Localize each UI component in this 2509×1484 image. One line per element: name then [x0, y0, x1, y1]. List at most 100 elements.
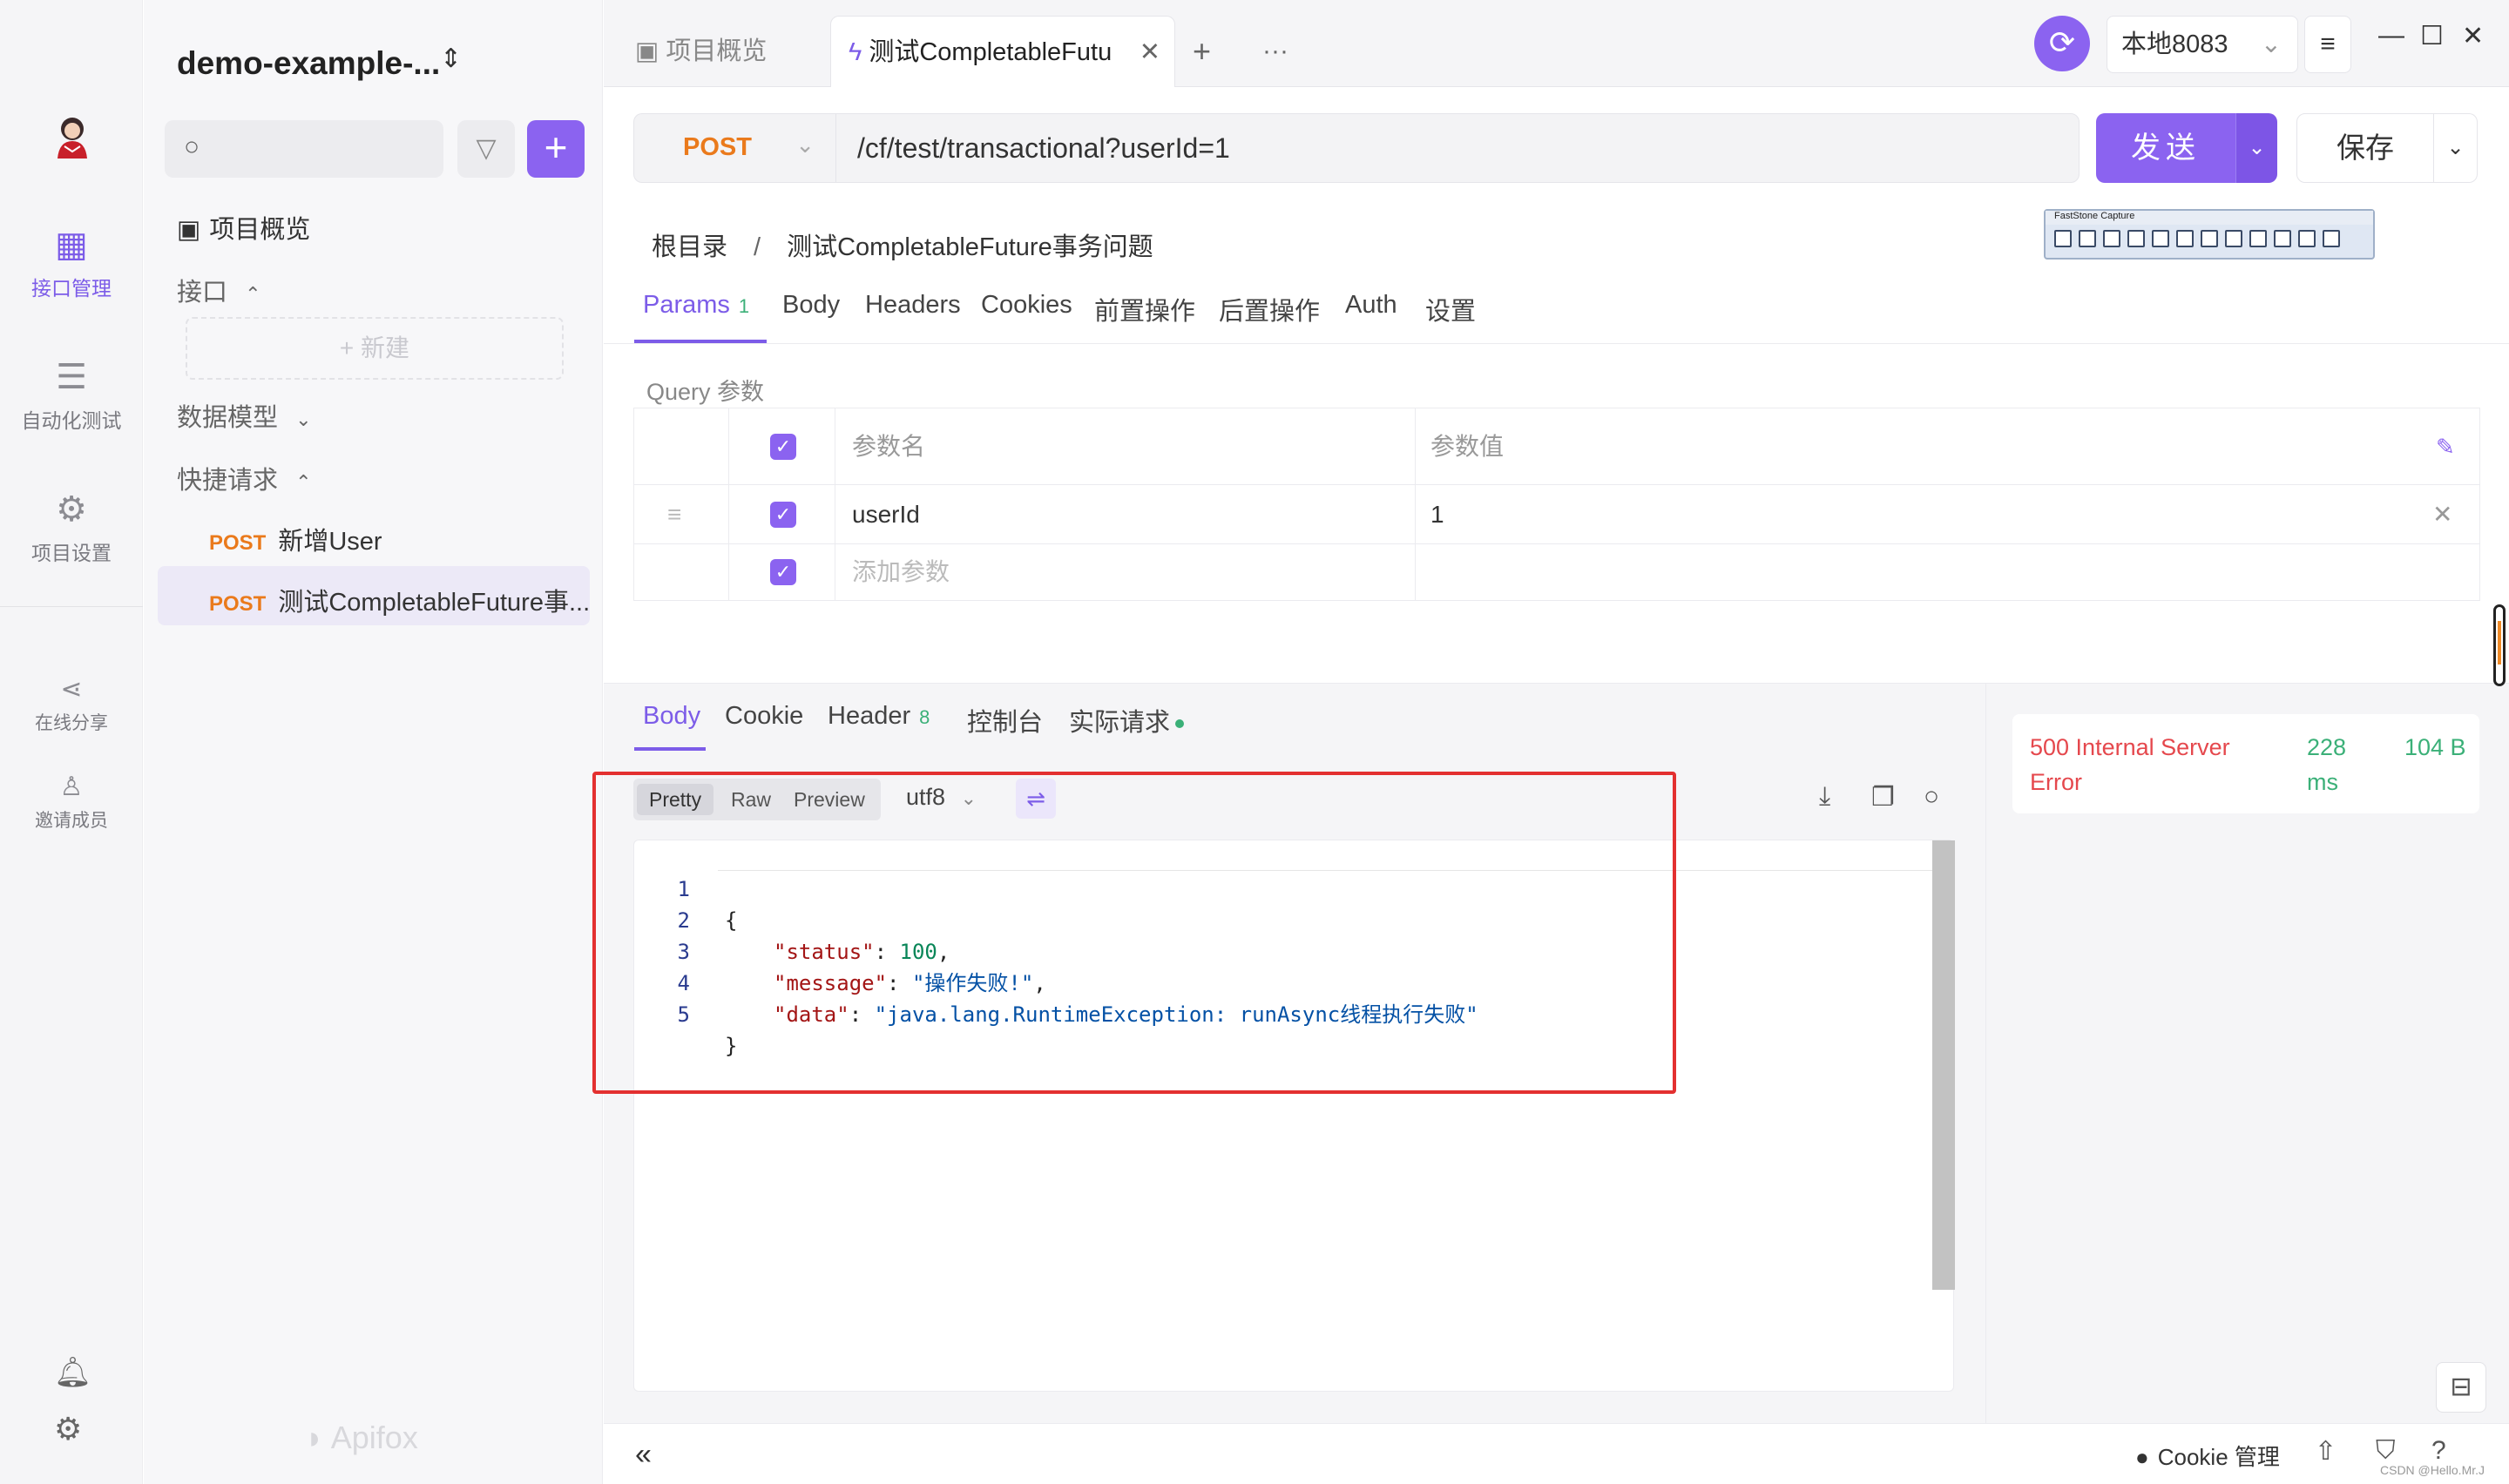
rail-item-invite[interactable]: ♙ 邀请成员: [0, 773, 143, 833]
new-interface-button[interactable]: + 新建: [186, 317, 564, 380]
maximize-icon[interactable]: ☐: [2420, 21, 2444, 51]
theme-shirt-icon[interactable]: ⛉: [2376, 1436, 2396, 1466]
tab-auth[interactable]: Auth: [1345, 291, 1397, 320]
param-value-field[interactable]: 1: [1430, 485, 1444, 543]
tab-settings[interactable]: 设置: [1425, 291, 1476, 327]
column-header-value: 参数值: [1430, 432, 1505, 460]
breadcrumb-separator: /: [754, 233, 761, 261]
capture-tool-icon[interactable]: [2249, 230, 2267, 247]
rail-item-api-management[interactable]: ▦ 接口管理: [0, 226, 143, 301]
faststone-capture-toolbar[interactable]: FastStone Capture: [2044, 209, 2375, 260]
scroll-thumb[interactable]: [2498, 621, 2501, 664]
capture-tool-icon[interactable]: [2054, 230, 2072, 247]
save-button[interactable]: 保存: [2296, 113, 2434, 183]
close-icon[interactable]: ✕: [1140, 17, 1160, 88]
tab-pre-operations[interactable]: 前置操作: [1094, 291, 1195, 327]
cookie-manager-button[interactable]: ● Cookie 管理: [2135, 1440, 2280, 1472]
tab-label: Params: [643, 291, 730, 319]
sync-icon[interactable]: ⟳: [2034, 16, 2090, 71]
capture-tool-icon[interactable]: [2323, 230, 2340, 247]
project-title[interactable]: demo-example-...: [177, 45, 440, 82]
bulk-edit-icon[interactable]: ✎: [2436, 408, 2455, 484]
send-button[interactable]: 发送: [2096, 113, 2235, 183]
row-checkbox[interactable]: ✓: [770, 485, 796, 543]
search-input[interactable]: ○: [165, 120, 443, 178]
rail-item-project-settings[interactable]: ⚙ 项目设置: [0, 491, 143, 566]
save-options-button[interactable]: ⌄: [2434, 113, 2478, 183]
tab-headers[interactable]: Headers: [865, 291, 961, 320]
notification-bell-icon[interactable]: 🔔︎: [54, 1355, 91, 1390]
capture-tool-icon[interactable]: [2103, 230, 2120, 247]
request-name: 测试CompletableFuture事...: [278, 589, 591, 617]
faststone-tools: [2046, 225, 2373, 253]
user-avatar[interactable]: [52, 111, 92, 159]
layout-toggle-icon[interactable]: ⊟: [2436, 1362, 2486, 1413]
sidebar-item-overview[interactable]: ▣ 项目概览: [177, 209, 310, 246]
tab-response-cookie[interactable]: Cookie: [725, 702, 803, 731]
capture-tool-icon[interactable]: [2152, 230, 2169, 247]
tab-params[interactable]: Params 1: [643, 291, 749, 320]
capture-tool-icon[interactable]: [2201, 230, 2218, 247]
rail-item-automation-test[interactable]: ☰ 自动化测试: [0, 359, 143, 434]
add-param-field[interactable]: 添加参数: [852, 544, 950, 600]
tab-console[interactable]: 控制台: [967, 702, 1043, 739]
cookie-icon: ●: [2135, 1444, 2149, 1470]
tab-post-operations[interactable]: 后置操作: [1219, 291, 1320, 327]
params-table: ✓ 参数名 参数值 ✎ ≡ ✓ userId 1 ✕ ✓ 添加参数: [633, 408, 2480, 601]
add-button[interactable]: +: [527, 120, 585, 178]
query-params-label: Query 参数: [646, 379, 765, 405]
tab-actual-request[interactable]: 实际请求: [1069, 702, 1185, 739]
settings-gear-icon[interactable]: ⚙: [54, 1411, 82, 1447]
delete-row-icon[interactable]: ✕: [2432, 485, 2452, 543]
tab-cookies[interactable]: Cookies: [981, 291, 1072, 320]
drag-handle-icon[interactable]: ≡: [667, 485, 681, 543]
grid-icon: ▣: [635, 37, 659, 65]
quick-request-label: 快捷请求: [177, 467, 279, 495]
tab-response-body[interactable]: Body: [643, 702, 700, 731]
data-model-label: 数据模型: [177, 404, 279, 432]
capture-tool-icon[interactable]: [2298, 230, 2316, 247]
minimize-icon[interactable]: —: [2378, 21, 2404, 51]
chevron-down-icon: ⌄: [2248, 136, 2266, 159]
rail-item-share[interactable]: ⋖ 在线分享: [0, 676, 143, 735]
sidebar-group-interfaces[interactable]: 接口 ⌃: [177, 272, 261, 308]
collapse-sidebar-icon[interactable]: «: [635, 1438, 652, 1472]
watermark: CSDN @Hello.Mr.J: [2380, 1463, 2485, 1477]
tab-response-header[interactable]: Header 8: [828, 702, 930, 731]
filter-button[interactable]: ▽: [457, 120, 515, 178]
sidebar-request-item[interactable]: POST 新增User: [209, 521, 382, 557]
download-icon[interactable]: ⤓: [1819, 782, 1830, 812]
send-options-button[interactable]: ⌄: [2235, 113, 2277, 183]
new-tab-button[interactable]: +: [1193, 16, 1211, 87]
window-close-icon[interactable]: ✕: [2462, 21, 2484, 51]
row-checkbox[interactable]: ✓: [770, 544, 796, 600]
param-name-field[interactable]: userId: [852, 485, 920, 543]
capture-tool-icon[interactable]: [2079, 230, 2096, 247]
capture-tool-icon[interactable]: [2127, 230, 2145, 247]
breadcrumb-root[interactable]: 根目录: [652, 233, 727, 261]
project-switch-icon[interactable]: ⇕: [440, 44, 462, 74]
capture-tool-icon[interactable]: [2274, 230, 2291, 247]
sidebar-group-data-model[interactable]: 数据模型 ⌄: [177, 397, 312, 434]
chevron-up-icon: ⌃: [245, 283, 261, 305]
tab-body[interactable]: Body: [782, 291, 840, 320]
select-all-checkbox[interactable]: ✓: [770, 408, 796, 484]
sidebar-request-item[interactable]: POST 测试CompletableFuture事...: [209, 582, 590, 618]
breadcrumb: 根目录 / 测试CompletableFuture事务问题: [652, 226, 1153, 263]
upload-icon[interactable]: ⇧: [2315, 1436, 2337, 1467]
capture-tool-icon[interactable]: [2176, 230, 2194, 247]
search-icon[interactable]: ○: [1924, 782, 1939, 812]
method-select[interactable]: POST ⌄: [633, 113, 835, 183]
tab-active-request[interactable]: ϟ 测试CompletableFutu ✕: [830, 16, 1175, 87]
tab-overview[interactable]: ▣ 项目概览: [635, 16, 767, 87]
page-scrollbar[interactable]: [2493, 604, 2506, 686]
url-input[interactable]: /cf/test/transactional?userId=1: [835, 113, 2080, 183]
environment-select[interactable]: 本地8083 ⌄: [2107, 16, 2298, 73]
copy-icon[interactable]: ❐: [1871, 782, 1895, 813]
menu-button[interactable]: ≡: [2304, 16, 2351, 73]
more-tabs-button[interactable]: ···: [1262, 16, 1288, 87]
capture-tool-icon[interactable]: [2225, 230, 2242, 247]
editor-scrollbar[interactable]: [1932, 840, 1955, 1290]
help-icon[interactable]: ?: [2431, 1436, 2446, 1466]
sidebar-group-quick-request[interactable]: 快捷请求 ⌃: [177, 460, 312, 496]
